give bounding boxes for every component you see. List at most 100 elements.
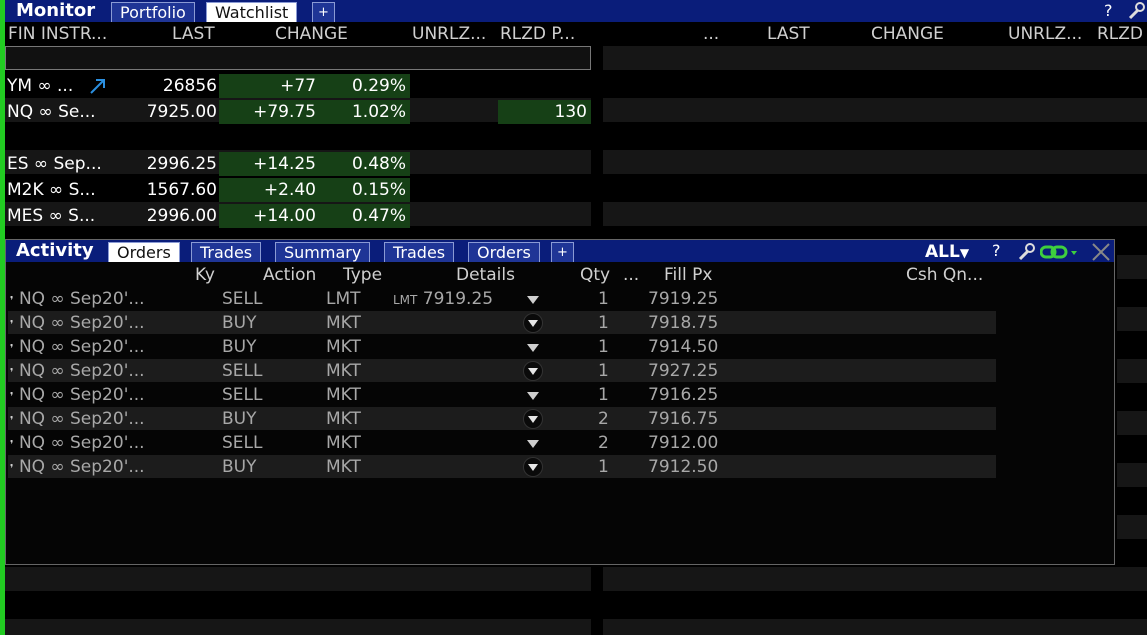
grip-icon: ❜	[10, 366, 14, 379]
order-details-prefix: LMT	[393, 293, 418, 307]
arrow-up-right-icon	[88, 76, 108, 96]
help-icon[interactable]: ?	[1104, 1, 1113, 21]
order-row[interactable]: ❜ NQ ∞ Sep20'...	[10, 407, 145, 431]
order-action: SELL	[222, 385, 263, 405]
change-percent: 0.48%	[320, 152, 410, 176]
col-csh-qn[interactable]: Csh Qn...	[906, 264, 983, 286]
chevron-down-icon[interactable]	[527, 344, 539, 352]
order-details[interactable]: LMT 7919.25	[393, 287, 493, 311]
filter-label: ALL	[925, 242, 960, 262]
col-change-2[interactable]: CHANGE	[871, 22, 944, 46]
chevron-down-icon[interactable]	[527, 296, 539, 304]
tab-orders-2[interactable]: Orders	[468, 242, 540, 262]
col-unrlz-2[interactable]: UNRLZ...	[1008, 22, 1082, 46]
table-stripe	[5, 619, 591, 635]
instrument-name[interactable]: NQ ∞ Se...	[7, 100, 117, 124]
tab-portfolio[interactable]: Portfolio	[111, 2, 195, 22]
order-row[interactable]: ❜ NQ ∞ Sep20'...	[10, 335, 145, 359]
last-price: 1567.60	[146, 180, 217, 200]
order-instrument: NQ ∞ Sep20'...	[18, 409, 145, 429]
order-fill-price: 7912.00	[648, 433, 719, 453]
col-action[interactable]: Action	[263, 264, 316, 286]
instrument-name[interactable]: M2K ∞ S...	[7, 178, 117, 202]
tab-orders[interactable]: Orders	[108, 242, 180, 262]
order-row[interactable]: ❜ NQ ∞ Sep20'...	[10, 311, 145, 335]
col-last[interactable]: LAST	[172, 22, 215, 46]
table-stripe	[1117, 463, 1147, 487]
tab-trades-2[interactable]: Trades	[384, 242, 455, 262]
order-row-stripe	[8, 359, 996, 382]
tab-summary[interactable]: Summary	[275, 242, 371, 262]
change-percent: 0.15%	[320, 178, 410, 202]
col-more[interactable]: ...	[623, 264, 639, 286]
table-stripe	[603, 98, 1147, 122]
table-stripe	[1117, 359, 1147, 383]
chevron-down-icon[interactable]	[524, 458, 542, 476]
order-instrument: NQ ∞ Sep20'...	[18, 385, 145, 405]
order-instrument: NQ ∞ Sep20'...	[18, 313, 145, 333]
order-fill-price: 7912.50	[648, 457, 719, 477]
col-fill-px[interactable]: Fill Px	[664, 264, 712, 286]
tab-trades[interactable]: Trades	[191, 242, 262, 262]
order-qty: 1	[598, 313, 609, 333]
col-rlzd-2[interactable]: RLZD	[1097, 22, 1143, 46]
last-price: 2996.25	[146, 154, 217, 174]
chevron-down-icon[interactable]	[527, 440, 539, 448]
table-stripe	[603, 202, 1147, 226]
chevron-down-icon[interactable]	[524, 362, 542, 380]
col-qty[interactable]: Qty	[580, 264, 610, 286]
col-last-2[interactable]: LAST	[767, 22, 810, 46]
wrench-icon[interactable]	[1126, 1, 1146, 21]
order-type: MKT	[326, 409, 361, 429]
grip-icon: ❜	[10, 294, 14, 307]
wrench-icon[interactable]	[1016, 242, 1036, 262]
order-action: SELL	[222, 289, 263, 309]
order-qty: 1	[598, 361, 609, 381]
change-value: +2.40	[219, 178, 320, 202]
help-icon[interactable]: ?	[992, 241, 1001, 261]
grip-icon: ❜	[10, 462, 14, 475]
instrument-name[interactable]: YM ∞ ...	[7, 74, 97, 98]
change-percent: 0.47%	[320, 204, 410, 228]
instrument-name[interactable]: ES ∞ Sep...	[7, 152, 117, 176]
link-icon[interactable]	[1039, 242, 1080, 262]
col-rlzd[interactable]: RLZD P...	[500, 22, 575, 46]
table-stripe	[603, 46, 1147, 70]
col-change[interactable]: CHANGE	[275, 22, 348, 46]
order-qty: 1	[598, 385, 609, 405]
col-more[interactable]: ...	[703, 22, 719, 46]
change-value: +14.00	[219, 204, 320, 228]
add-activity-tab-button[interactable]: +	[551, 242, 574, 262]
order-row[interactable]: ❜ NQ ∞ Sep20'...	[10, 359, 145, 383]
col-ky[interactable]: Ky	[195, 264, 215, 286]
order-details-price: 7919.25	[422, 289, 494, 309]
symbol-entry-input[interactable]	[5, 46, 591, 70]
order-type: MKT	[326, 313, 361, 333]
col-details[interactable]: Details	[456, 264, 515, 286]
chevron-down-icon[interactable]	[524, 410, 542, 428]
chevron-down-icon[interactable]	[527, 392, 539, 400]
order-row[interactable]: ❜ NQ ∞ Sep20'...	[10, 455, 145, 479]
order-qty: 2	[598, 433, 609, 453]
col-unrlz[interactable]: UNRLZ...	[412, 22, 486, 46]
activity-panel	[5, 239, 1115, 565]
order-row[interactable]: ❜ NQ ∞ Sep20'...	[10, 287, 145, 311]
last-price: 7925.00	[146, 102, 217, 122]
close-icon[interactable]	[1090, 241, 1112, 263]
last-price: 26856	[162, 76, 217, 96]
grip-icon: ❜	[10, 318, 14, 331]
order-action: SELL	[222, 361, 263, 381]
change-percent: 0.29%	[320, 74, 410, 98]
order-fill-price: 7919.25	[648, 289, 719, 309]
add-tab-button[interactable]: +	[312, 2, 335, 22]
instrument-name[interactable]: MES ∞ S...	[7, 204, 117, 228]
col-fin-instr[interactable]: FIN INSTR...	[8, 22, 107, 46]
order-row[interactable]: ❜ NQ ∞ Sep20'...	[10, 383, 145, 407]
tab-watchlist[interactable]: Watchlist	[206, 2, 298, 22]
realized-pnl: 130	[498, 100, 591, 124]
order-row-stripe	[8, 407, 996, 430]
filter-dropdown[interactable]: ALL▼	[925, 241, 969, 263]
order-row[interactable]: ❜ NQ ∞ Sep20'...	[10, 431, 145, 455]
chevron-down-icon[interactable]	[524, 314, 542, 332]
col-type[interactable]: Type	[343, 264, 382, 286]
